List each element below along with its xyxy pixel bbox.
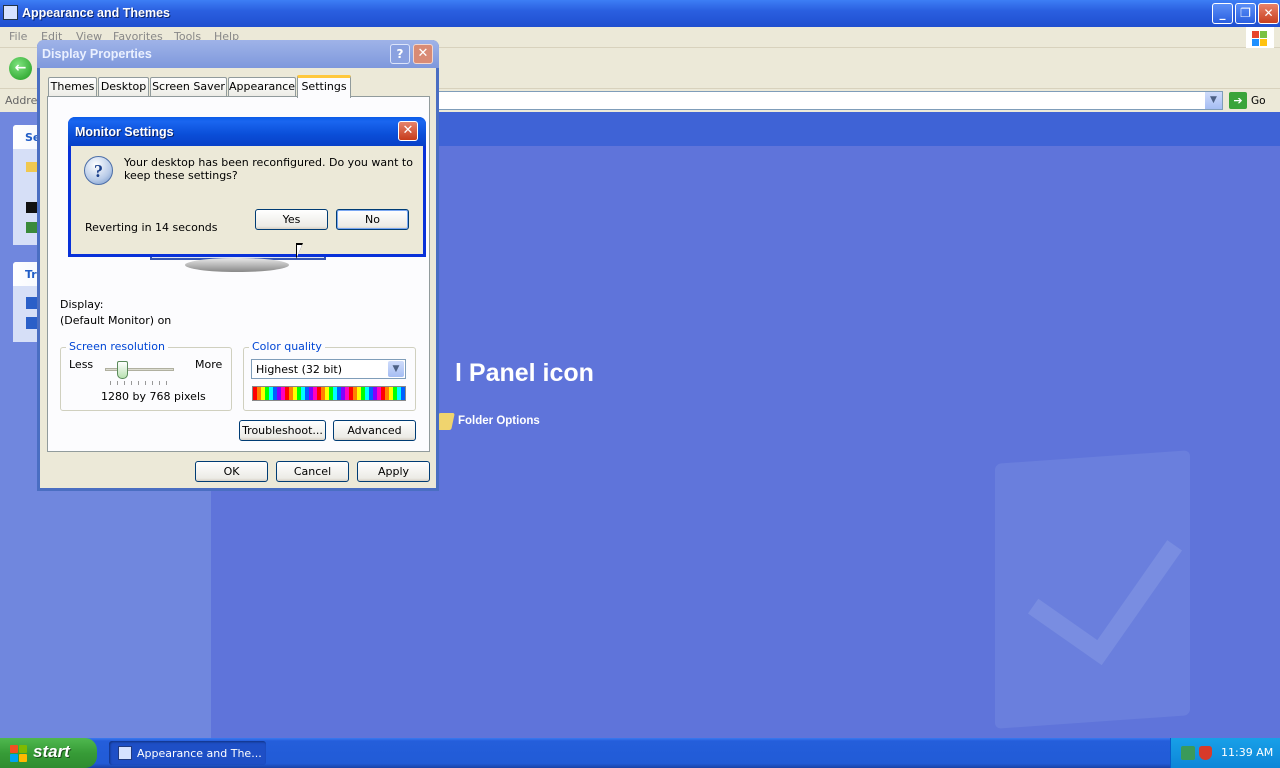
tab-screen-saver[interactable]: Screen Saver (150, 77, 227, 97)
revert-countdown: Reverting in 14 seconds (85, 221, 218, 234)
troubleshoot-button[interactable]: Troubleshoot... (239, 420, 326, 441)
folder-icon (26, 162, 37, 172)
address-dropdown-icon[interactable]: ▼ (1205, 92, 1222, 109)
go-arrow-icon[interactable]: ➔ (1229, 92, 1247, 109)
tab-themes[interactable]: Themes (48, 77, 97, 97)
back-arrow-icon[interactable]: ← (9, 57, 32, 80)
confirm-message: Your desktop has been reconfigured. Do y… (124, 156, 413, 182)
ok-button[interactable]: OK (195, 461, 268, 482)
question-icon: ? (84, 156, 113, 185)
resolution-slider-thumb[interactable] (117, 361, 129, 379)
network-icon[interactable] (1181, 746, 1195, 760)
apply-button[interactable]: Apply (357, 461, 430, 482)
cancel-button[interactable]: Cancel (276, 461, 349, 482)
dialog-title: Display Properties (42, 47, 152, 61)
go-button[interactable]: Go (1251, 95, 1266, 107)
sidebar-box-title: Tr (25, 268, 37, 281)
tab-settings[interactable]: Settings (297, 75, 351, 98)
windows-logo-icon (1246, 27, 1274, 48)
slider-less-label: Less (69, 358, 94, 371)
color-quality-value: Highest (32 bit) (256, 363, 343, 376)
help-icon (26, 317, 37, 329)
window-icon (118, 746, 132, 760)
close-button[interactable]: ✕ (398, 121, 418, 141)
monitor-stand (185, 258, 289, 272)
color-quality-title: Color quality (249, 340, 325, 353)
dialog-title: Monitor Settings (75, 125, 174, 139)
window-title: Appearance and Themes (22, 6, 170, 20)
color-quality-group: Color quality (243, 340, 416, 411)
display-label: Display: (60, 298, 104, 311)
close-button[interactable]: ✕ (413, 44, 433, 64)
help-button[interactable]: ? (390, 44, 410, 64)
monitor-settings-title-bar[interactable]: Monitor Settings ✕ (68, 117, 426, 146)
no-button[interactable]: No (336, 209, 409, 230)
screen-resolution-title: Screen resolution (66, 340, 168, 353)
taskbar-item-appearance[interactable]: Appearance and The... (109, 741, 266, 765)
mouse-cursor-icon (296, 243, 303, 259)
tab-appearance[interactable]: Appearance (228, 77, 296, 97)
help-icon (26, 297, 37, 309)
taskbar: start Appearance and The... 11:39 AM (0, 738, 1280, 768)
display-properties-title-bar[interactable]: Display Properties ? ✕ (37, 40, 439, 68)
start-label: start (33, 742, 70, 761)
explorer-title-bar[interactable]: Appearance and Themes _ ❐ ✕ (0, 0, 1280, 27)
color-quality-select[interactable]: Highest (32 bit) ▼ (251, 359, 406, 379)
clock: 11:39 AM (1221, 746, 1274, 759)
windows-flag-icon (10, 745, 27, 762)
yes-button[interactable]: Yes (255, 209, 328, 230)
system-tray: 11:39 AM (1170, 738, 1280, 768)
minimize-button[interactable]: _ (1212, 3, 1233, 24)
display-value: (Default Monitor) on (60, 314, 172, 327)
display-icon (26, 202, 37, 213)
restore-button[interactable]: ❐ (1235, 3, 1256, 24)
window-icon (3, 5, 18, 20)
menu-file[interactable]: File (9, 30, 27, 43)
color-spectrum-bar (252, 386, 406, 401)
tab-desktop[interactable]: Desktop (98, 77, 149, 97)
security-shield-icon[interactable] (1199, 746, 1212, 760)
taskbar-item-label: Appearance and The... (137, 747, 262, 760)
resolution-slider-track[interactable] (105, 368, 174, 371)
start-button[interactable]: start (0, 738, 97, 768)
advanced-button[interactable]: Advanced (333, 420, 416, 441)
address-input[interactable]: ▼ (438, 91, 1223, 110)
slider-ticks (110, 381, 172, 385)
control-panel-title: l Panel icon (455, 359, 594, 387)
picture-icon (26, 222, 37, 233)
close-button[interactable]: ✕ (1258, 3, 1279, 24)
monitor-settings-dialog: Monitor Settings ✕ ? Your desktop has be… (68, 117, 426, 257)
resolution-value: 1280 by 768 pixels (101, 390, 206, 403)
slider-more-label: More (195, 358, 223, 371)
folder-options-label: Folder Options (458, 415, 540, 427)
chevron-down-icon[interactable]: ▼ (388, 361, 404, 377)
